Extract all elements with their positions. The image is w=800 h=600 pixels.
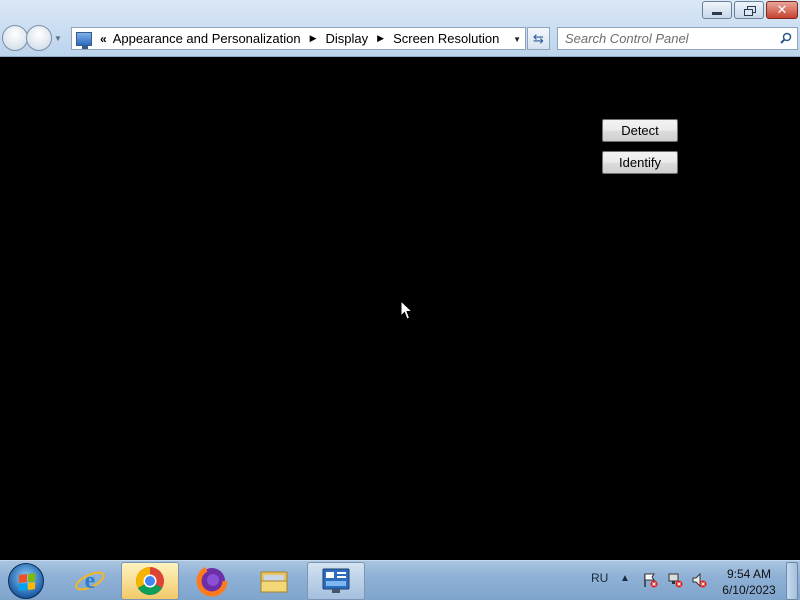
window-controls: ✕ <box>702 1 798 19</box>
search-box[interactable] <box>557 27 798 50</box>
clock[interactable]: 9:54 AM 6/10/2023 <box>718 566 780 598</box>
breadcrumb-display[interactable]: Display <box>326 31 369 46</box>
back-button[interactable] <box>2 25 28 51</box>
windows-logo-icon <box>8 563 44 599</box>
refresh-button[interactable]: ⇆ <box>527 27 550 50</box>
search-input[interactable] <box>565 31 775 46</box>
taskbar-windows-explorer[interactable] <box>245 562 303 600</box>
internet-explorer-icon: e <box>75 568 105 594</box>
taskbar: e RU ▲ 9:54 AM 6/10/2023 <box>0 560 800 600</box>
restore-icon <box>743 5 756 16</box>
start-button[interactable] <box>4 562 48 600</box>
minimize-icon <box>712 11 722 15</box>
taskbar-control-panel[interactable] <box>307 562 365 600</box>
address-dropdown-icon[interactable]: ▼ <box>513 35 521 44</box>
language-indicator[interactable]: RU <box>591 571 608 585</box>
breadcrumb-overflow[interactable]: « <box>100 32 107 46</box>
close-icon: ✕ <box>776 2 788 18</box>
folder-icon <box>260 571 288 593</box>
clock-time: 9:54 AM <box>726 567 772 581</box>
action-center-flag-icon[interactable] <box>642 572 658 588</box>
show-desktop-button[interactable] <box>786 562 798 600</box>
svg-text:e: e <box>85 568 96 594</box>
control-panel-icon <box>76 31 92 49</box>
clock-date: 6/10/2023 <box>722 583 776 597</box>
refresh-icon: ⇆ <box>533 30 544 46</box>
chrome-icon <box>136 567 164 595</box>
search-icon[interactable] <box>780 32 792 44</box>
identify-button[interactable]: Identify <box>602 151 678 174</box>
breadcrumb-arrow-icon[interactable]: ▶ <box>310 33 317 44</box>
recent-pages-dropdown-icon[interactable]: ▼ <box>54 34 64 43</box>
taskbar-internet-explorer[interactable]: e <box>61 562 119 600</box>
taskbar-chrome[interactable] <box>121 562 179 600</box>
breadcrumb-arrow-icon[interactable]: ▶ <box>377 33 384 44</box>
firefox-icon <box>196 565 228 597</box>
detect-button[interactable]: Detect <box>602 119 678 142</box>
taskbar-firefox[interactable] <box>183 562 241 600</box>
network-icon[interactable] <box>667 572 683 588</box>
minimize-button[interactable] <box>702 1 732 19</box>
navigation-buttons: ▼ <box>2 25 64 51</box>
address-bar[interactable]: « Appearance and Personalization ▶ Displ… <box>71 27 526 50</box>
breadcrumb-appearance[interactable]: Appearance and Personalization <box>113 31 301 46</box>
mouse-pointer-icon <box>400 300 413 320</box>
show-hidden-icons-icon[interactable]: ▲ <box>620 573 630 584</box>
restore-button[interactable] <box>734 1 764 19</box>
breadcrumb-screen-resolution[interactable]: Screen Resolution <box>393 31 499 46</box>
forward-button[interactable] <box>26 25 52 51</box>
close-button[interactable]: ✕ <box>766 1 798 19</box>
control-panel-icon <box>322 568 350 593</box>
window-chrome: ✕ ▼ « Appearance and Personalization ▶ D… <box>0 0 800 57</box>
volume-muted-icon[interactable] <box>691 572 707 588</box>
